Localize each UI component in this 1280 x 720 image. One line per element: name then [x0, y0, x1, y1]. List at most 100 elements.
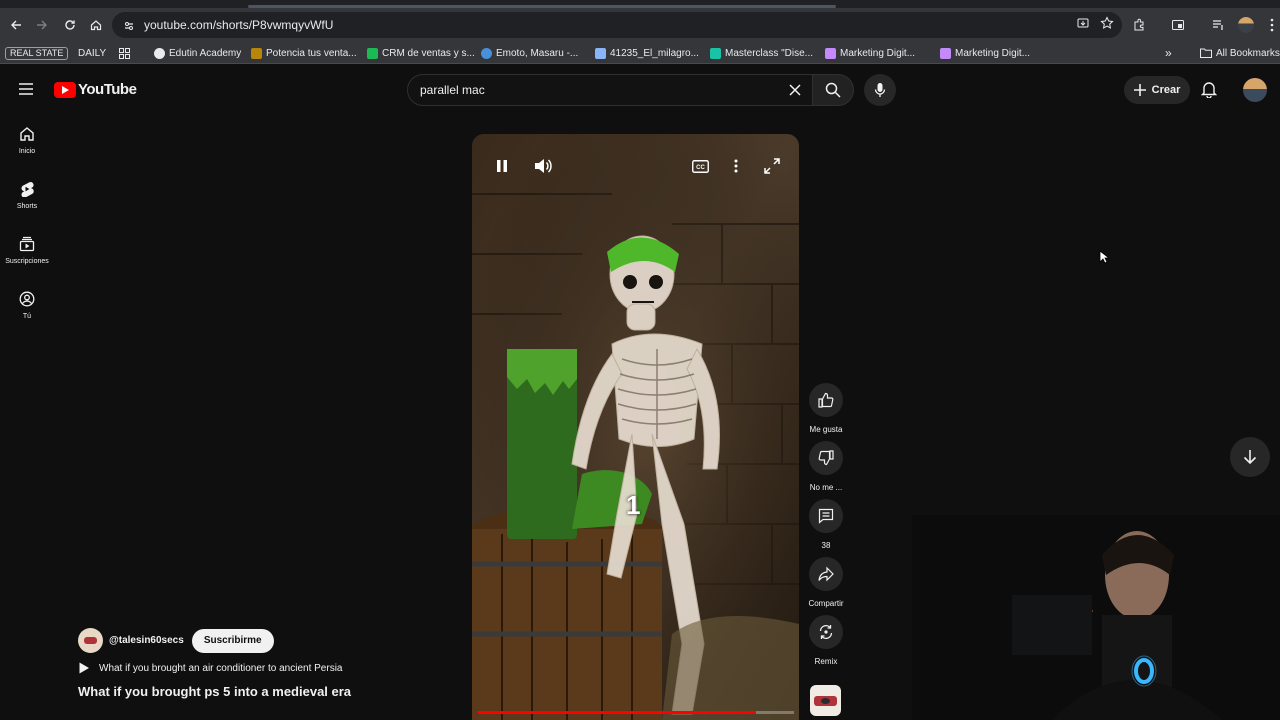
menu-icon[interactable] [18, 82, 34, 101]
channel-row: @talesin60secs Suscribirme [78, 628, 274, 653]
reload-icon[interactable] [60, 15, 80, 35]
thumbs-up-icon [818, 392, 834, 408]
channel-avatar[interactable] [78, 628, 103, 653]
fullscreen-icon[interactable] [762, 156, 782, 176]
remix-label: Remix [814, 657, 838, 666]
site-info-icon[interactable] [123, 19, 135, 37]
sidebar-item-home[interactable]: Inicio [0, 126, 54, 176]
bookmark-favicon-icon [825, 47, 836, 59]
next-short-button[interactable] [1230, 437, 1270, 477]
arrow-down-icon [1243, 450, 1257, 465]
back-icon[interactable] [6, 15, 26, 35]
clear-search-icon[interactable] [788, 83, 802, 102]
comments-button[interactable]: 38 [805, 499, 847, 550]
sidebar-item-shorts[interactable]: Shorts [0, 181, 54, 231]
dislike-button[interactable]: No me ... [805, 441, 847, 492]
bookmark-real-state[interactable]: REAL STATE [5, 46, 69, 60]
forward-icon[interactable] [32, 15, 52, 35]
folder-icon [1200, 48, 1212, 58]
browser-toolbar: youtube.com/shorts/P8vwmqyvWfU [0, 8, 1280, 42]
related-video-link[interactable]: What if you brought an air conditioner t… [78, 662, 342, 674]
bookmark-label: Masterclass "Dise... [725, 47, 814, 59]
bookmarks-bar: REAL STATE DAILY Edutin Academy Potencia… [0, 42, 1280, 64]
video-progress-bar[interactable] [478, 711, 794, 714]
all-bookmarks[interactable]: All Bookmarks [1200, 46, 1280, 60]
bookmark-daily[interactable]: DAILY [78, 46, 106, 60]
subscribe-button[interactable]: Suscribirme [191, 628, 274, 653]
extensions-icon[interactable] [1129, 15, 1149, 35]
comment-icon [818, 508, 834, 524]
browser-menu-icon[interactable] [1262, 15, 1280, 35]
voice-search-button[interactable] [864, 74, 896, 106]
sidebar-item-subscriptions[interactable]: Suscripciones [0, 236, 54, 286]
media-control-icon[interactable] [1208, 15, 1228, 35]
volume-icon[interactable] [533, 156, 553, 176]
share-icon [818, 566, 834, 582]
search-value[interactable]: parallel mac [420, 83, 485, 97]
bookmark-crm[interactable]: CRM de ventas y s... [367, 46, 475, 60]
address-bar[interactable]: youtube.com/shorts/P8vwmqyvWfU [112, 12, 1122, 38]
remix-button[interactable]: Remix [805, 615, 847, 666]
webcam-person-image [912, 515, 1280, 720]
related-video-title: What if you brought an air conditioner t… [99, 662, 343, 674]
search-icon [825, 82, 841, 98]
search-button[interactable] [812, 74, 854, 106]
apps-grid-icon[interactable] [119, 46, 130, 60]
bookmark-favicon-icon [710, 47, 721, 59]
subscriptions-icon [19, 236, 35, 252]
account-avatar[interactable] [1243, 78, 1267, 102]
you-icon [19, 291, 35, 307]
bookmark-edutin[interactable]: Edutin Academy [154, 46, 241, 60]
bookmark-label: Edutin Academy [169, 47, 242, 59]
bookmark-milagro[interactable]: 41235_El_milagro... [595, 46, 699, 60]
cast-icon[interactable] [1168, 15, 1188, 35]
sidebar-item-label: Shorts [16, 203, 38, 210]
share-label: Compartir [808, 599, 844, 608]
bookmark-label: 41235_El_milagro... [610, 47, 699, 59]
sidebar-item-you[interactable]: Tú [0, 291, 54, 341]
more-options-icon[interactable] [726, 156, 746, 176]
logo-text: YouTube [78, 81, 137, 98]
youtube-logo[interactable]: YouTube [54, 81, 137, 98]
sound-thumbnail[interactable] [810, 685, 841, 716]
bookmark-marketing-2[interactable]: Marketing Digit... [940, 46, 1030, 60]
bookmark-label: Emoto, Masaru -... [496, 47, 579, 59]
captions-icon[interactable]: CC [690, 156, 710, 176]
youtube-logo-icon [54, 81, 76, 98]
short-title[interactable]: What if you brought ps 5 into a medieval… [78, 684, 351, 699]
microphone-icon [874, 83, 886, 97]
bookmark-potencia[interactable]: Potencia tus venta... [251, 46, 357, 60]
video-frame-skeleton [472, 134, 799, 720]
install-icon[interactable] [1076, 16, 1090, 35]
bookmark-label: Marketing Digit... [955, 47, 1031, 59]
bookmark-favicon-icon [940, 47, 951, 59]
svg-text:CC: CC [696, 165, 705, 171]
bookmark-star-icon[interactable] [1100, 16, 1114, 35]
more-bookmarks-icon[interactable]: » [1165, 46, 1172, 60]
bookmark-marketing-1[interactable]: Marketing Digit... [825, 46, 915, 60]
like-button[interactable]: Me gusta [805, 383, 847, 434]
share-button[interactable]: Compartir [805, 557, 847, 608]
plus-icon [1133, 84, 1146, 96]
home-browser-icon[interactable] [86, 15, 106, 35]
bookmark-masterclass[interactable]: Masterclass "Dise... [710, 46, 813, 60]
search-input[interactable]: parallel mac [407, 74, 813, 106]
bookmark-label: DAILY [78, 47, 107, 59]
home-icon [20, 127, 34, 141]
browser-tabstrip [0, 0, 1280, 8]
shorts-icon [21, 182, 34, 197]
pause-icon[interactable] [492, 156, 512, 176]
mouse-cursor-icon [1099, 250, 1111, 269]
url-text[interactable]: youtube.com/shorts/P8vwmqyvWfU [144, 18, 333, 32]
notifications-bell-icon[interactable] [1200, 80, 1218, 103]
bookmark-favicon-icon [481, 47, 492, 59]
shorts-video-player[interactable]: CC 1 [472, 134, 799, 720]
bookmark-favicon-icon [251, 47, 262, 59]
play-icon [79, 662, 89, 674]
bookmark-emoto[interactable]: Emoto, Masaru -... [481, 46, 578, 60]
youtube-header: YouTube parallel mac Crear [0, 64, 1280, 116]
create-button[interactable]: Crear [1124, 76, 1190, 104]
profile-icon[interactable] [1236, 15, 1256, 35]
bookmark-label: REAL STATE [5, 46, 69, 60]
channel-handle[interactable]: @talesin60secs [109, 635, 184, 646]
